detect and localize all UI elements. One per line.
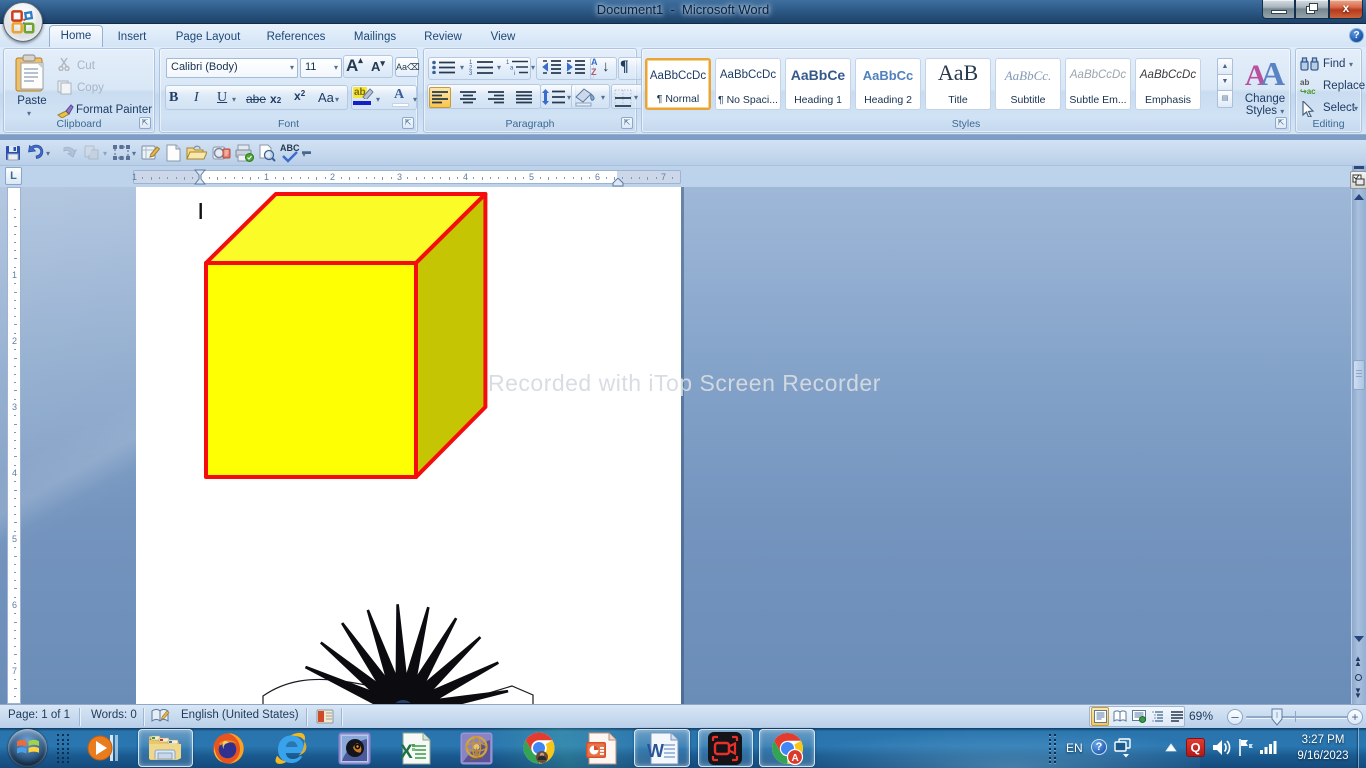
- svg-text:W: W: [647, 741, 664, 761]
- svg-text:3: 3: [469, 71, 473, 75]
- svg-text:X: X: [400, 742, 413, 763]
- svg-text:A: A: [792, 753, 799, 764]
- svg-text:i: i: [514, 71, 515, 75]
